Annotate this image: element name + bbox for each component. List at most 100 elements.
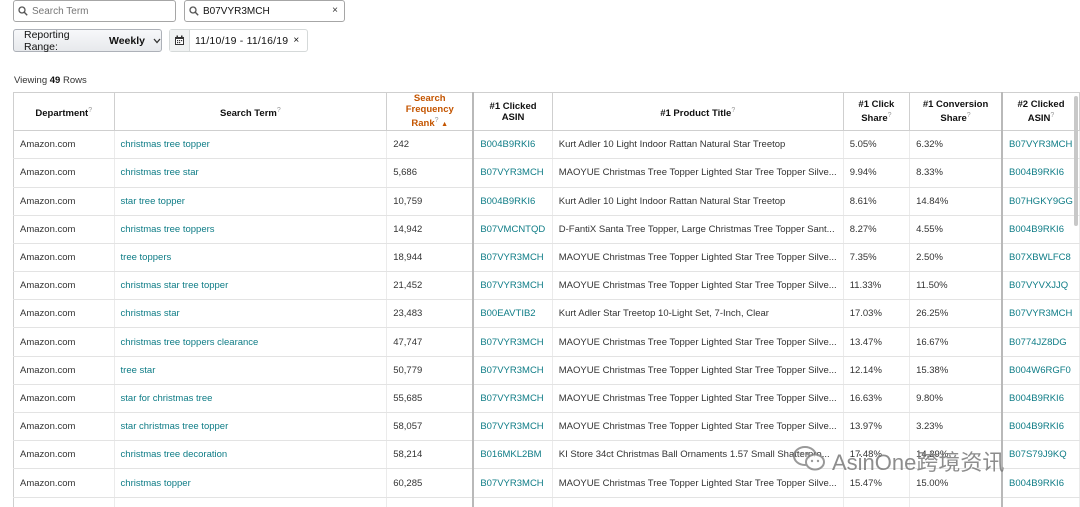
- cell-click-share-1: 7.35%: [842, 243, 911, 273]
- cell-product-title-1: MAOYUE Christmas Tree Topper Lighted Sta…: [551, 356, 844, 385]
- cell-clicked-asin-2[interactable]: B0774JZ8DG: [1001, 327, 1080, 357]
- table-row: Amazon.com christmas star 23,483 B00EAVTIB2…: [13, 299, 1080, 329]
- cell-product-title-1: MAOYUE Christmas Tree Topper Lighted Sta…: [551, 327, 844, 357]
- scrollbar[interactable]: [1074, 96, 1078, 226]
- cell-clicked-asin-1[interactable]: B07VYR3MCH: [472, 356, 553, 385]
- cell-clicked-asin-1[interactable]: B07VYR3MCH: [472, 497, 553, 507]
- cell-search-term[interactable]: christmas topper: [113, 468, 388, 498]
- cell-conversion-share-1: 4.55%: [909, 215, 1004, 244]
- cell-search-term[interactable]: star for christmas tree: [113, 384, 388, 414]
- date-range-picker[interactable]: 11/10/19 - 11/16/19 ×: [169, 29, 308, 52]
- cell-clicked-asin-2[interactable]: B004W6RGF0: [1001, 356, 1080, 385]
- cell-search-frequency-rank: 242: [386, 130, 475, 160]
- cell-click-share-1: 9.94%: [842, 158, 911, 188]
- cell-clicked-asin-1[interactable]: B07VYR3MCH: [472, 271, 553, 301]
- cell-clicked-asin-2[interactable]: B004B9RKI6: [1001, 158, 1080, 188]
- clear-date-icon[interactable]: ×: [293, 35, 299, 46]
- cell-search-frequency-rank: 50,779: [386, 356, 475, 385]
- cell-clicked-asin-2[interactable]: B07HGKY9GG: [1001, 187, 1080, 216]
- table-row: Amazon.com christmas tree topper 242 B004B9…: [13, 130, 1080, 160]
- cell-search-term[interactable]: tree toppers: [113, 243, 388, 273]
- cell-clicked-asin-2[interactable]: B004B9RKI6: [1001, 384, 1080, 414]
- cell-click-share-1: 12.14%: [842, 356, 911, 385]
- search-term-field[interactable]: [13, 0, 176, 22]
- cell-search-term[interactable]: christmas tree toppers: [113, 215, 388, 244]
- asin-search-input[interactable]: [203, 5, 323, 17]
- cell-search-frequency-rank: 5,686: [386, 158, 475, 188]
- clear-asin-icon[interactable]: ×: [332, 5, 338, 16]
- cell-search-term[interactable]: star tree topper: [113, 187, 388, 216]
- cell-search-frequency-rank: 21,452: [386, 271, 475, 301]
- cell-department: Amazon.com: [13, 412, 115, 442]
- cell-search-frequency-rank: 18,944: [386, 243, 475, 273]
- cell-clicked-asin-1[interactable]: B016MKL2BM: [472, 440, 553, 470]
- cell-search-term[interactable]: christmas star tree topper: [113, 271, 388, 301]
- reporting-range-label: Reporting Range:: [24, 28, 70, 53]
- cell-clicked-asin-1[interactable]: B07VYR3MCH: [472, 412, 553, 442]
- header-department[interactable]: Department?: [13, 91, 115, 132]
- cell-clicked-asin-2[interactable]: B07VYR3MCH: [1001, 130, 1080, 160]
- header-search-term[interactable]: Search Term?: [113, 91, 388, 132]
- watermark: AsinOne跨境资讯: [792, 444, 1054, 478]
- cell-clicked-asin-1[interactable]: B004B9RKI6: [472, 187, 553, 216]
- header-search-frequency-rank[interactable]: Search Frequency Rank? ▲: [386, 91, 475, 132]
- page: × Reporting Range: Weekly 11/10/19 - 11/…: [0, 0, 1080, 507]
- cell-search-term[interactable]: christmas star: [113, 299, 388, 329]
- header-click-share-1[interactable]: #1 Click Share?: [842, 91, 911, 132]
- header-conversion-share-1[interactable]: #1 Conversion Share?: [909, 91, 1004, 132]
- cell-product-title-1: Kurt Adler Star Treetop 10-Light Set, 7-…: [551, 299, 844, 329]
- cell-clicked-asin-2[interactable]: B07XBWLFC8: [1001, 243, 1080, 273]
- cell-clicked-asin-1[interactable]: B07VYR3MCH: [472, 327, 553, 357]
- cell-conversion-share-1: 26.25%: [909, 299, 1004, 329]
- cell-clicked-asin-1[interactable]: B00EAVTIB2: [472, 299, 553, 329]
- date-range-value: 11/10/19 - 11/16/19: [195, 34, 289, 47]
- cell-search-term[interactable]: christmas tree topper: [113, 130, 388, 160]
- cell-clicked-asin-1[interactable]: B07VYR3MCH: [472, 158, 553, 188]
- row-count-value: 49: [49, 75, 61, 86]
- cell-click-share-1: 8.27%: [842, 215, 911, 244]
- reporting-range-dropdown[interactable]: Reporting Range: Weekly: [13, 28, 162, 53]
- header-product-title-1[interactable]: #1 Product Title?: [551, 91, 844, 132]
- cell-search-term[interactable]: tree star: [113, 356, 388, 385]
- cell-conversion-share-1: 11.50%: [909, 271, 1004, 301]
- cell-clicked-asin-2[interactable]: B07VYVXJJQ: [1001, 271, 1080, 301]
- cell-search-term[interactable]: christmas tree decoration: [113, 440, 388, 470]
- cell-clicked-asin-2[interactable]: B00SBPBGJU: [1001, 497, 1080, 507]
- cell-department: Amazon.com: [13, 384, 115, 414]
- asin-search-field[interactable]: ×: [184, 0, 345, 22]
- cell-clicked-asin-1[interactable]: B07VYR3MCH: [472, 384, 553, 414]
- table-row: Amazon.com christmas tree toppers clearan…: [13, 327, 1080, 357]
- cell-search-frequency-rank: 60,285: [386, 468, 475, 498]
- cell-search-term[interactable]: christmas tree star: [113, 158, 388, 188]
- cell-click-share-1: 13.97%: [842, 412, 911, 442]
- table-row: Amazon.com star tree topper 10,759 B004B9RK…: [13, 187, 1080, 216]
- cell-clicked-asin-1[interactable]: B07VYR3MCH: [472, 243, 553, 273]
- cell-product-title-1: MAOYUE Christmas Tree Topper Lighted Sta…: [551, 497, 844, 507]
- cell-clicked-asin-1[interactable]: B004B9RKI6: [472, 130, 553, 160]
- cell-search-term[interactable]: christmas tree toppers clearance: [113, 327, 388, 357]
- table-row: Amazon.com christmas tree star 5,686 B07VYR…: [13, 158, 1080, 188]
- wechat-icon: [792, 444, 828, 479]
- cell-click-share-1: 17.03%: [842, 299, 911, 329]
- cell-search-frequency-rank: 10,759: [386, 187, 475, 216]
- cell-clicked-asin-2[interactable]: B004B9RKI6: [1001, 412, 1080, 442]
- cell-clicked-asin-2[interactable]: B07VYR3MCH: [1001, 299, 1080, 329]
- cell-clicked-asin-2[interactable]: B004B9RKI6: [1001, 215, 1080, 244]
- cell-search-frequency-rank: 14,942: [386, 215, 475, 244]
- calendar-icon[interactable]: [170, 30, 190, 51]
- cell-clicked-asin-1[interactable]: B07VMCNTQD: [472, 215, 553, 244]
- search-term-input[interactable]: [32, 5, 152, 17]
- cell-search-term[interactable]: lighted tree topper: [113, 497, 388, 507]
- header-clicked-asin-2[interactable]: #2 Clicked ASIN?: [1001, 91, 1080, 132]
- cell-search-term[interactable]: star christmas tree topper: [113, 412, 388, 442]
- header-clicked-asin-1[interactable]: #1 Clicked ASIN: [472, 91, 553, 132]
- cell-click-share-1: 13.37%: [842, 497, 911, 507]
- cell-conversion-share-1: 8.33%: [909, 158, 1004, 188]
- cell-department: Amazon.com: [13, 187, 115, 216]
- cell-product-title-1: Kurt Adler 10 Light Indoor Rattan Natura…: [551, 130, 844, 160]
- sort-ascending-icon: ▲: [441, 121, 449, 129]
- cell-department: Amazon.com: [13, 271, 115, 301]
- cell-conversion-share-1: 30.56%: [909, 497, 1004, 507]
- cell-clicked-asin-1[interactable]: B07VYR3MCH: [472, 468, 553, 498]
- cell-click-share-1: 16.63%: [842, 384, 911, 414]
